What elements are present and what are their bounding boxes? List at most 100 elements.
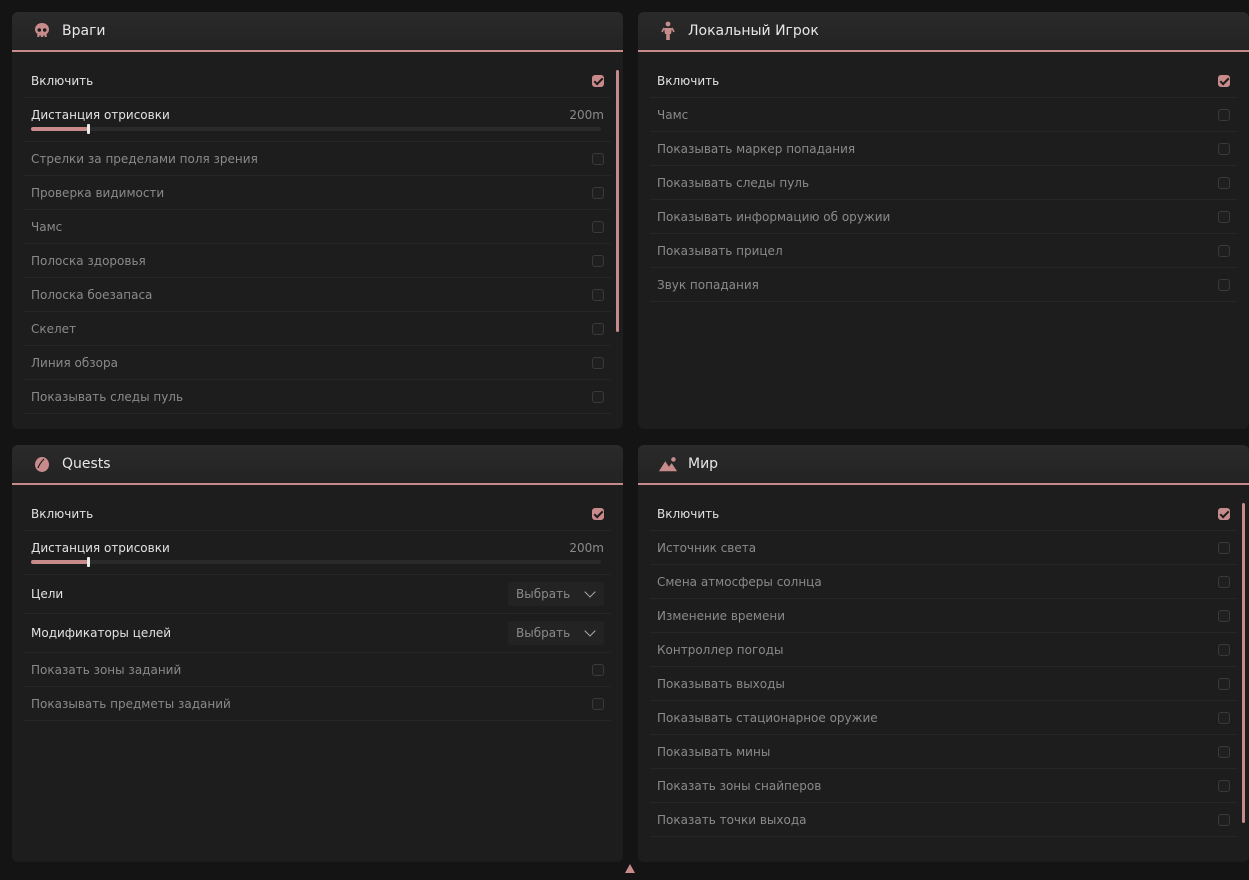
world-enable-row[interactable]: Включить [650,497,1237,531]
world-option-checkbox[interactable] [1218,643,1230,656]
enemies-option-label: Стрелки за пределами поля зрения [31,151,258,166]
world-option-checkbox[interactable] [1218,779,1230,792]
world-option-row[interactable]: Изменение времени [650,599,1237,633]
world-enable-checkbox[interactable] [1218,507,1230,520]
world-option-label: Источник света [657,540,757,555]
world-panel-header: Мир [638,445,1249,485]
enemies-option-row[interactable]: Стрелки за пределами поля зрения [24,142,611,176]
enemies-option-row[interactable]: Линия обзора [24,346,611,380]
local-player-option-row[interactable]: Показывать следы пуль [650,166,1237,200]
enemies-option-checkbox[interactable] [592,322,604,335]
enemies-option-row[interactable]: Скелет [24,312,611,346]
enemies-option-checkbox[interactable] [592,186,604,199]
enemies-option-row[interactable]: Проверка видимости [24,176,611,210]
world-option-row[interactable]: Показать точки выхода [650,803,1237,837]
quests-option-checkbox[interactable] [592,697,604,710]
world-option-row[interactable]: Источник света [650,531,1237,565]
enemies-option-label: Полоска здоровья [31,253,146,268]
world-option-checkbox[interactable] [1218,745,1230,758]
enemies-option-row[interactable]: Показывать следы пуль [24,380,611,414]
local-player-option-checkbox[interactable] [1218,210,1230,223]
world-option-label: Смена атмосферы солнца [657,574,822,589]
local-player-enable-row[interactable]: Включить [650,64,1237,98]
enemies-distance-slider[interactable] [31,124,601,134]
quests-enable-checkbox[interactable] [592,507,604,520]
quests-distance-slider-fill [31,560,88,564]
world-option-checkbox[interactable] [1218,711,1230,724]
quests-panel-header: Quests [12,445,623,485]
enemies-option-checkbox[interactable] [592,390,604,403]
quests-targets-dropdown[interactable]: Выбрать [508,582,604,606]
local-player-option-row[interactable]: Чамс [650,98,1237,132]
local-player-enable-label: Включить [657,73,720,88]
world-option-checkbox[interactable] [1218,575,1230,588]
world-option-row[interactable]: Контроллер погоды [650,633,1237,667]
world-option-row[interactable]: Показывать стационарное оружие [650,701,1237,735]
enemies-option-checkbox[interactable] [592,254,604,267]
enemies-option-checkbox[interactable] [592,220,604,233]
quests-targets-dropdown-value: Выбрать [516,587,571,601]
quests-target-modifiers-dropdown-value: Выбрать [516,626,571,640]
enemies-panel-title: Враги [62,23,106,39]
world-option-checkbox[interactable] [1218,541,1230,554]
person-icon [658,21,678,41]
quests-target-modifiers-label: Модификаторы целей [31,626,172,640]
quests-option-row[interactable]: Показывать предметы заданий [24,687,611,721]
local-player-option-row[interactable]: Показывать маркер попадания [650,132,1237,166]
world-option-label: Показывать выходы [657,676,785,691]
quests-panel-title: Quests [62,456,111,472]
quests-option-checkbox[interactable] [592,663,604,676]
enemies-option-checkbox[interactable] [592,356,604,369]
enemies-distance-slider-knob[interactable] [87,124,90,134]
enemies-enable-row[interactable]: Включить [24,64,611,98]
collapse-triangle-icon[interactable] [624,860,636,873]
world-option-checkbox[interactable] [1218,677,1230,690]
local-player-option-checkbox[interactable] [1218,108,1230,121]
enemies-option-row[interactable]: Полоска боезапаса [24,278,611,312]
world-option-row[interactable]: Показывать мины [650,735,1237,769]
enemies-enable-label: Включить [31,73,94,88]
local-player-option-checkbox[interactable] [1218,278,1230,291]
local-player-enable-checkbox[interactable] [1218,74,1230,87]
enemies-option-checkbox[interactable] [592,288,604,301]
enemies-distance-slider-fill [31,127,88,131]
local-player-option-label: Показывать маркер попадания [657,141,856,156]
landscape-icon [658,454,678,474]
world-option-checkbox[interactable] [1218,813,1230,826]
world-option-row[interactable]: Смена атмосферы солнца [650,565,1237,599]
local-player-option-row[interactable]: Показывать информацию об оружии [650,200,1237,234]
world-option-row[interactable]: Показывать выходы [650,667,1237,701]
world-panel: Мир Включить Источник света Смена атмосфе… [638,445,1249,862]
skull-icon [32,21,52,41]
quests-distance-slider[interactable] [31,557,601,567]
enemies-option-row[interactable]: Чамс [24,210,611,244]
quests-distance-slider-knob[interactable] [87,557,90,567]
local-player-option-label: Звук попадания [657,277,759,292]
enemies-option-row[interactable]: Полоска здоровья [24,244,611,278]
world-option-label: Изменение времени [657,608,786,623]
local-player-option-label: Показывать прицел [657,243,783,258]
world-option-label: Контроллер погоды [657,642,784,657]
enemies-option-label: Чамс [31,219,63,234]
local-player-option-checkbox[interactable] [1218,176,1230,189]
world-option-checkbox[interactable] [1218,609,1230,622]
quests-target-modifiers-dropdown[interactable]: Выбрать [508,621,604,645]
world-scrollbar[interactable] [1242,503,1245,823]
world-option-row[interactable]: Показать зоны снайперов [650,769,1237,803]
local-player-option-label: Показывать следы пуль [657,175,810,190]
enemies-enable-checkbox[interactable] [592,74,604,87]
local-player-option-checkbox[interactable] [1218,142,1230,155]
quests-distance-value: 200m [569,541,604,555]
local-player-panel-header: Локальный Игрок [638,12,1249,52]
local-player-option-label: Показывать информацию об оружии [657,209,891,224]
enemies-scrollbar[interactable] [616,70,619,332]
local-player-option-checkbox[interactable] [1218,244,1230,257]
world-option-label: Показать точки выхода [657,812,807,827]
world-option-label: Показать зоны снайперов [657,778,822,793]
enemies-option-checkbox[interactable] [592,152,604,165]
local-player-option-row[interactable]: Показывать прицел [650,234,1237,268]
chevron-down-icon [584,586,596,598]
quests-enable-row[interactable]: Включить [24,497,611,531]
local-player-option-row[interactable]: Звук попадания [650,268,1237,302]
quests-option-row[interactable]: Показать зоны заданий [24,653,611,687]
